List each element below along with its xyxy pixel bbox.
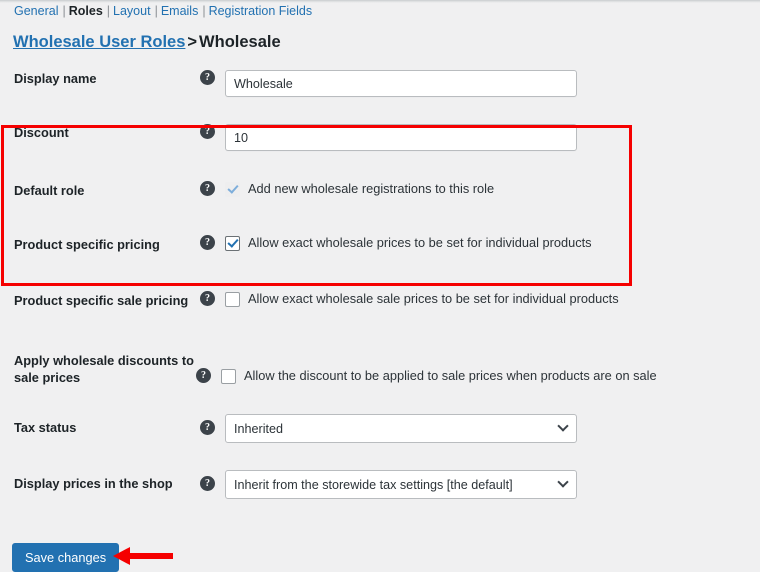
wholesale-role-settings-page: General | Roles | Layout | Emails | Registration… (0, 0, 760, 572)
tab-layout[interactable]: Layout (113, 4, 151, 18)
label-discount: Discount (14, 125, 69, 140)
default-role-checkbox-label: Add new wholesale registrations to this … (248, 181, 495, 196)
tax-status-select[interactable]: Inherited (225, 414, 577, 443)
help-icon-tax-status[interactable]: ? (200, 420, 215, 435)
breadcrumb-link-wholesale-user-roles[interactable]: Wholesale User Roles (13, 33, 185, 51)
label-default-role: Default role (14, 183, 85, 198)
role-settings-form: Display name ? Discount ? Default role ?… (0, 70, 700, 526)
label-product-specific-sale-pricing: Product specific sale pricing (14, 293, 189, 308)
help-icon-display-name[interactable]: ? (200, 70, 215, 85)
row-default-role: Default role ? Add new wholesale registr… (0, 178, 700, 232)
breadcrumb-separator: > (187, 33, 198, 51)
help-icon-display-prices[interactable]: ? (200, 476, 215, 491)
help-icon-default-role[interactable]: ? (200, 181, 215, 196)
label-product-specific-pricing: Product specific pricing (14, 237, 160, 252)
default-role-checkbox (225, 181, 240, 197)
product-specific-pricing-checkbox[interactable] (225, 235, 240, 251)
discount-input[interactable] (225, 124, 577, 151)
label-display-prices: Display prices in the shop (14, 476, 173, 491)
tab-emails[interactable]: Emails (161, 4, 199, 18)
tab-registration-fields[interactable]: Registration Fields (209, 4, 313, 18)
help-icon-product-specific-sale-pricing[interactable]: ? (200, 291, 215, 306)
subnav-separator-4: | (202, 4, 206, 18)
row-tax-status: Tax status ? Inherited (0, 414, 700, 470)
page-title: Wholesale (199, 33, 281, 51)
subnav-separator-3: | (154, 4, 158, 18)
product-specific-sale-pricing-checkbox-label: Allow exact wholesale sale prices to be … (248, 291, 619, 306)
label-display-name: Display name (14, 71, 97, 86)
apply-wholesale-discounts-checkbox-label: Allow the discount to be applied to sale… (244, 368, 657, 383)
display-prices-select[interactable]: Inherit from the storewide tax settings … (225, 470, 577, 499)
save-changes-button[interactable]: Save changes (12, 543, 120, 572)
red-arrow-annotation-icon (113, 547, 173, 565)
row-product-specific-pricing: Product specific pricing ? Allow exact w… (0, 232, 700, 288)
row-display-prices: Display prices in the shop ? Inherit fro… (0, 470, 700, 526)
row-display-name: Display name ? (0, 70, 700, 124)
help-icon-discount[interactable]: ? (200, 124, 215, 139)
settings-subnav: General | Roles | Layout | Emails | Registration… (14, 2, 312, 20)
subnav-separator-2: | (106, 4, 111, 18)
row-discount: Discount ? (0, 124, 700, 178)
label-tax-status: Tax status (14, 420, 77, 435)
subnav-separator-1: | (62, 4, 66, 18)
row-product-specific-sale-pricing: Product specific sale pricing ? Allow ex… (0, 288, 700, 350)
tab-roles[interactable]: Roles (69, 4, 103, 18)
label-apply-wholesale-discounts: Apply wholesale discounts to sale prices (14, 353, 194, 385)
display-name-input[interactable] (225, 70, 577, 97)
tab-general[interactable]: General (14, 4, 58, 18)
breadcrumb: Wholesale User Roles > Wholesale (13, 33, 281, 52)
row-apply-wholesale-discounts: Apply wholesale discounts to sale prices… (0, 350, 700, 414)
apply-wholesale-discounts-checkbox[interactable] (221, 368, 236, 384)
help-icon-apply-wholesale-discounts[interactable]: ? (196, 368, 211, 383)
product-specific-sale-pricing-checkbox[interactable] (225, 291, 240, 307)
help-icon-product-specific-pricing[interactable]: ? (200, 235, 215, 250)
product-specific-pricing-checkbox-label: Allow exact wholesale prices to be set f… (248, 235, 592, 250)
